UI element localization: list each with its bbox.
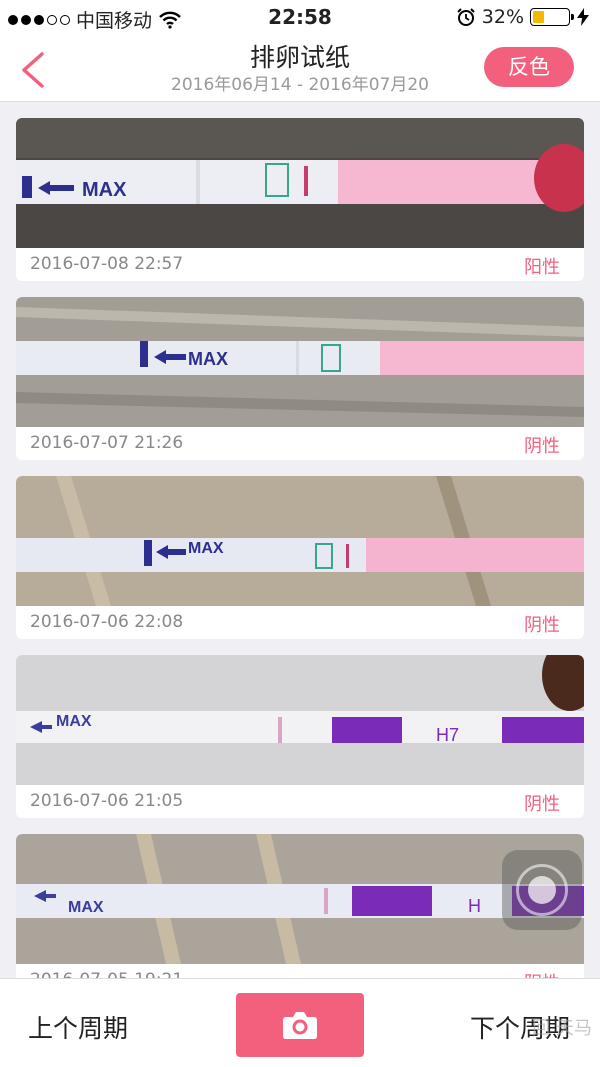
record-datetime: 2016-07-07 21:26 [30, 433, 184, 453]
alarm-icon [457, 8, 475, 26]
list-item[interactable]: MAX 2016-07-07 21:26 阴性 [16, 297, 584, 460]
strip-label: MAX [188, 349, 228, 369]
record-result: 阳性 [524, 257, 560, 278]
list-item[interactable]: MAX H7 2016-07-06 21:05 阴性 [16, 655, 584, 818]
strip-label: MAX [82, 179, 127, 201]
list-item[interactable]: MAX H 2016-07-05 19:21 阴性 [16, 834, 584, 978]
strip-photo[interactable]: MAX [16, 297, 584, 427]
record-result: 阴性 [524, 969, 560, 978]
camera-button[interactable] [236, 993, 364, 1057]
strip-photo[interactable]: MAX [16, 476, 584, 606]
battery-percent: 32% [481, 6, 524, 28]
strip-photo[interactable]: MAX [16, 118, 584, 248]
strip-photo[interactable]: MAX H7 [16, 655, 584, 785]
record-result: 阴性 [524, 436, 560, 457]
record-datetime: 2016-07-06 21:05 [30, 791, 184, 811]
camera-icon [283, 1012, 317, 1039]
strip-label: MAX [56, 713, 92, 730]
test-strip-list: MAX 2016-07-08 22:57 阳性 MAX 2016-07-07 2… [0, 102, 600, 978]
record-datetime: 2016-07-08 22:57 [30, 254, 184, 274]
strip-label: MAX [188, 540, 224, 557]
battery-icon [530, 8, 574, 26]
svg-text:H7: H7 [436, 725, 459, 745]
record-result: 阴性 [524, 794, 560, 815]
assistive-touch-button[interactable] [502, 850, 582, 930]
status-bar: 中国移动 22:58 32% [0, 0, 600, 36]
record-datetime: 2016-07-05 19:21 [30, 970, 183, 978]
strip-photo[interactable]: MAX H [16, 834, 584, 964]
svg-text:H: H [468, 896, 481, 916]
status-right: 32% [456, 6, 590, 28]
watermark: 回 天马 [532, 1018, 592, 1039]
record-datetime: 2016-07-06 22:08 [30, 612, 184, 632]
record-result: 阴性 [524, 615, 560, 636]
bottom-bar: 上个周期 下个周期 [0, 978, 600, 1067]
charging-bolt-icon [577, 8, 589, 26]
previous-cycle-button[interactable]: 上个周期 [28, 1009, 128, 1045]
nav-bar: 排卵试纸 2016年06月14 - 2016年07月20 反色 [0, 36, 600, 102]
strip-label: MAX [68, 899, 104, 916]
invert-color-button[interactable]: 反色 [484, 47, 574, 87]
list-item[interactable]: MAX 2016-07-08 22:57 阳性 [16, 118, 584, 281]
list-item[interactable]: MAX 2016-07-06 22:08 阴性 [16, 476, 584, 639]
